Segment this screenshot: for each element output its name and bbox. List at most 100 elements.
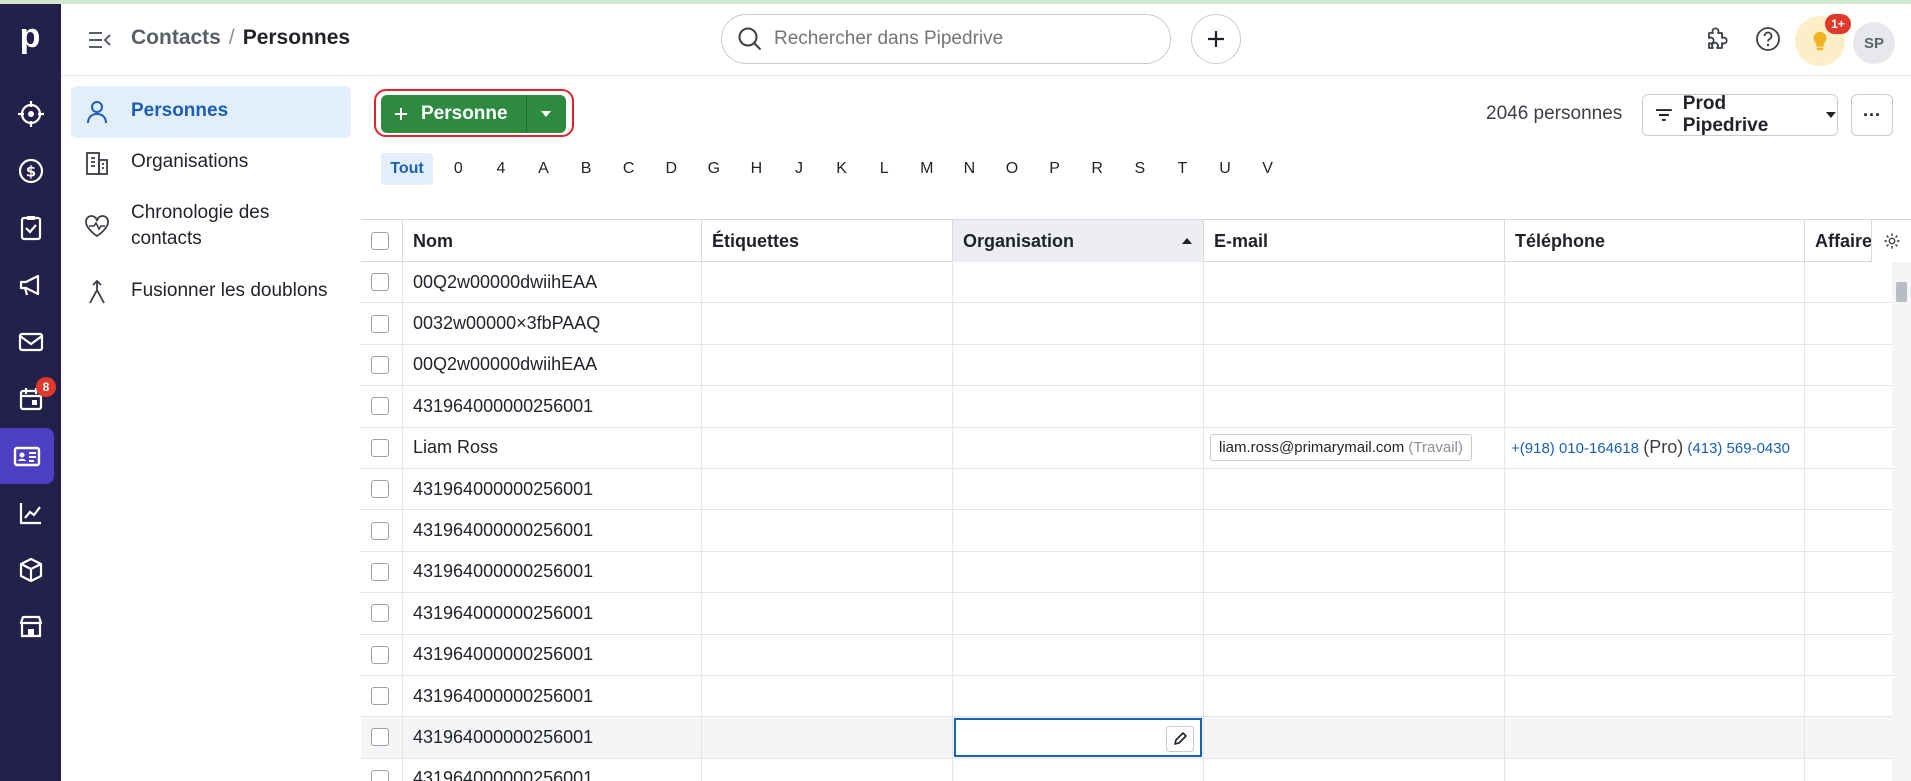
row-checkbox[interactable]	[371, 273, 389, 292]
products-icon[interactable]	[0, 542, 61, 598]
row-checkbox[interactable]	[371, 397, 389, 416]
table-row[interactable]: 0032w00000×3fbPAAQ	[361, 303, 1911, 345]
cell-name[interactable]: 0032w00000×3fbPAAQ	[403, 303, 702, 344]
cell-labels[interactable]	[702, 468, 953, 510]
cell-name[interactable]: 431964000000256001	[403, 386, 702, 427]
breadcrumb-contacts[interactable]: Contacts	[131, 26, 221, 50]
collapse-menu-icon[interactable]	[87, 28, 113, 52]
row-checkbox[interactable]	[371, 604, 389, 623]
cell-labels[interactable]	[702, 551, 953, 593]
alphabet-filter-letter[interactable]: R	[1076, 153, 1119, 185]
marketplace-icon[interactable]	[0, 599, 61, 655]
cell-email[interactable]: liam.ross@primarymail.com (Travail)	[1204, 427, 1505, 468]
phone-link[interactable]: (413) 569-0430	[1687, 440, 1790, 457]
cell-phone[interactable]	[1505, 262, 1805, 303]
cell-phone[interactable]: +(918) 010-164618 (Pro) (413) 569-0430	[1505, 427, 1805, 468]
row-checkbox[interactable]	[371, 728, 389, 747]
cell-labels[interactable]	[702, 427, 953, 468]
cell-organization[interactable]	[953, 634, 1204, 675]
cell-organization[interactable]	[953, 386, 1204, 427]
column-settings-button[interactable]	[1871, 220, 1911, 262]
table-row[interactable]: 00Q2w00000dwiihEAA	[361, 262, 1911, 304]
calendar-icon[interactable]: 8	[0, 371, 61, 427]
cell-name[interactable]: 431964000000256001	[403, 717, 702, 758]
cell-phone[interactable]	[1505, 344, 1805, 386]
cell-organization[interactable]	[953, 303, 1204, 344]
alphabet-filter-letter[interactable]: S	[1119, 153, 1162, 185]
row-checkbox[interactable]	[371, 521, 389, 540]
cell-name[interactable]: 431964000000256001	[403, 593, 702, 634]
row-checkbox[interactable]	[371, 480, 389, 499]
alphabet-filter-letter[interactable]: B	[565, 153, 608, 185]
cell-email[interactable]	[1204, 510, 1505, 551]
table-row[interactable]: 431964000000256001	[361, 758, 1911, 781]
column-header-phone[interactable]: Téléphone	[1505, 220, 1805, 262]
user-avatar[interactable]: SP	[1853, 22, 1895, 64]
pipedrive-logo[interactable]: p	[8, 14, 52, 58]
cell-phone[interactable]	[1505, 717, 1805, 758]
phone-link[interactable]: +(918) 010-164618	[1511, 440, 1639, 457]
row-checkbox[interactable]	[371, 645, 389, 664]
cell-labels[interactable]	[702, 510, 953, 551]
alphabet-filter-letter[interactable]: T	[1161, 153, 1204, 185]
cell-labels[interactable]	[702, 634, 953, 675]
cell-email[interactable]	[1204, 344, 1505, 386]
table-row[interactable]: 431964000000256001	[361, 510, 1911, 552]
alphabet-filter-letter[interactable]: 4	[480, 153, 523, 185]
sidebar-item-organizations[interactable]: Organisations	[71, 137, 351, 189]
cell-organization[interactable]	[953, 427, 1204, 468]
cell-phone[interactable]	[1505, 510, 1805, 551]
cell-organization[interactable]	[953, 510, 1204, 551]
alphabet-filter-letter[interactable]: K	[820, 153, 863, 185]
alphabet-filter-letter[interactable]: H	[735, 153, 778, 185]
column-header-name[interactable]: Nom	[403, 220, 702, 262]
row-checkbox[interactable]	[371, 769, 389, 781]
cell-organization[interactable]	[953, 551, 1204, 593]
cell-email[interactable]	[1204, 634, 1505, 675]
sidebar-item-persons[interactable]: Personnes	[71, 86, 351, 138]
row-checkbox[interactable]	[371, 687, 389, 706]
table-row[interactable]: 431964000000256001	[361, 551, 1911, 594]
cell-phone[interactable]	[1505, 758, 1805, 781]
cell-labels[interactable]	[702, 593, 953, 634]
cell-phone[interactable]	[1505, 386, 1805, 427]
row-checkbox[interactable]	[371, 438, 389, 457]
cell-name[interactable]: 431964000000256001	[403, 510, 702, 551]
organization-edit-cell[interactable]	[954, 718, 1202, 757]
cell-organization[interactable]	[953, 717, 1204, 758]
cell-organization[interactable]	[953, 758, 1204, 781]
cell-name[interactable]: 431964000000256001	[403, 551, 702, 593]
cell-email[interactable]	[1204, 468, 1505, 510]
table-row[interactable]: 431964000000256001	[361, 468, 1911, 511]
deals-icon[interactable]: $	[0, 143, 61, 199]
select-all-checkbox[interactable]	[371, 232, 389, 250]
row-checkbox[interactable]	[371, 355, 389, 374]
cell-labels[interactable]	[702, 675, 953, 717]
cell-organization[interactable]	[953, 344, 1204, 386]
cell-email[interactable]	[1204, 593, 1505, 634]
column-header-organization[interactable]: Organisation	[953, 220, 1204, 262]
cell-organization[interactable]	[953, 675, 1204, 717]
cell-phone[interactable]	[1505, 634, 1805, 675]
sidebar-item-contacts-timeline[interactable]: Chronologie des contacts	[71, 188, 351, 264]
mail-icon[interactable]	[0, 314, 61, 370]
cell-email[interactable]	[1204, 262, 1505, 303]
pencil-icon[interactable]	[1166, 726, 1194, 753]
cell-organization[interactable]	[953, 262, 1204, 303]
cell-email[interactable]	[1204, 551, 1505, 593]
cell-phone[interactable]	[1505, 675, 1805, 717]
alphabet-filter-letter[interactable]: P	[1033, 153, 1076, 185]
cell-name[interactable]: 431964000000256001	[403, 758, 702, 781]
alphabet-filter-letter[interactable]: O	[991, 153, 1034, 185]
filter-button[interactable]: Prod Pipedrive	[1642, 93, 1838, 136]
column-header-labels[interactable]: Étiquettes	[702, 220, 953, 262]
insights-icon[interactable]	[0, 485, 61, 541]
extensions-icon[interactable]	[1698, 22, 1732, 56]
column-header-email[interactable]: E-mail	[1204, 220, 1505, 262]
alphabet-filter-letter[interactable]: V	[1246, 153, 1289, 185]
alphabet-filter-letter[interactable]: A	[522, 153, 565, 185]
cell-email[interactable]	[1204, 758, 1505, 781]
scrollbar-thumb[interactable]	[1896, 282, 1907, 302]
cell-labels[interactable]	[702, 386, 953, 427]
table-row[interactable]: 431964000000256001	[361, 717, 1911, 759]
